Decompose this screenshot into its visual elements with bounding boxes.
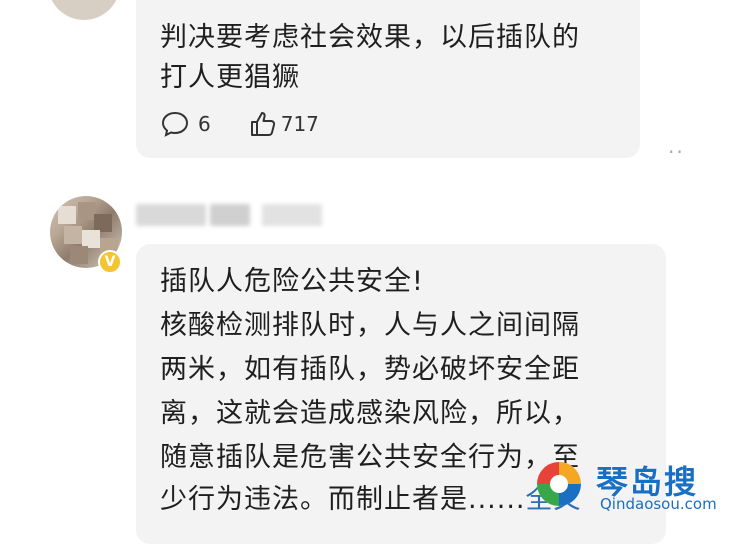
comment-text-line: 两米，如有插队，势必破坏安全距 xyxy=(160,354,580,385)
comment-text-line: 判决要考虑社会效果，以后插队的 xyxy=(160,22,580,53)
comment-text-line: 离，这就会造成感染风险，所以， xyxy=(160,398,580,429)
username-redacted xyxy=(136,204,206,226)
verified-badge-icon: V xyxy=(98,250,122,274)
reply-count: 6 xyxy=(198,112,211,136)
comment-text-line: 打人更猖獗 xyxy=(160,62,300,93)
comment-text-line: 核酸检测排队时，人与人之间间隔 xyxy=(160,310,580,341)
like-count: 717 xyxy=(280,112,319,136)
comment-text-line: 随意插队是危害公共安全行为，至 xyxy=(160,442,580,473)
comment-text-line: 插队人危险公共安全! xyxy=(160,266,424,297)
watermark-logo-icon xyxy=(537,462,581,506)
comment-stats: 6 717 xyxy=(160,108,319,140)
reply-button[interactable]: 6 xyxy=(160,110,211,138)
watermark-url: Qindaosou.com xyxy=(600,495,717,513)
comment-text-line: 少行为违法。而制止者是......全文 xyxy=(160,480,582,520)
more-options-button[interactable]: ·· xyxy=(668,140,685,164)
avatar[interactable] xyxy=(48,0,120,20)
like-button[interactable]: 717 xyxy=(249,110,319,138)
comment-bubble-icon xyxy=(161,111,189,137)
username-redacted xyxy=(210,204,250,226)
username-redacted xyxy=(262,204,322,226)
watermark: 琴岛搜 Qindaosou.com xyxy=(530,455,745,513)
comment-text-tail: 少行为违法。而制止者是...... xyxy=(160,484,526,515)
thumbs-up-icon xyxy=(250,112,275,136)
